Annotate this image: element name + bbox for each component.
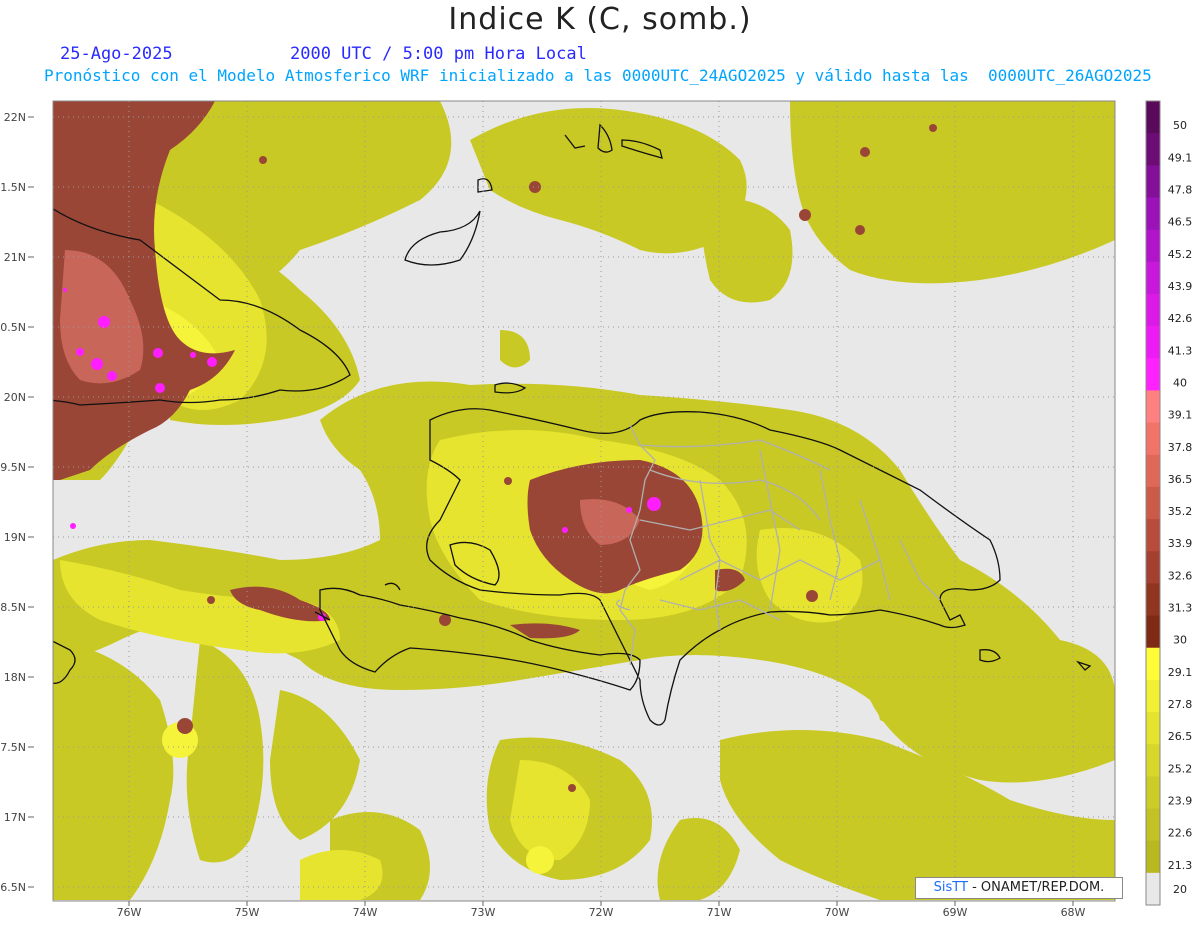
colorbar-swatch bbox=[1146, 486, 1160, 520]
lat-label: 19N bbox=[4, 531, 26, 544]
lon-label: 72W bbox=[589, 906, 614, 919]
sistt-logo: SisTT bbox=[933, 880, 968, 895]
colorbar-label: 46.5 bbox=[1168, 216, 1193, 229]
colorbar-label: 39.1 bbox=[1168, 409, 1193, 422]
colorbar-label: 50 bbox=[1173, 119, 1187, 132]
colorbar-swatch bbox=[1146, 454, 1160, 488]
colorbar-swatch bbox=[1146, 551, 1160, 584]
lat-label: 0.5N bbox=[0, 321, 26, 334]
colorbar-label: 21.3 bbox=[1168, 859, 1193, 872]
colorbar-swatch bbox=[1146, 776, 1160, 810]
colorbar-swatch bbox=[1146, 744, 1160, 777]
colorbar-label: 41.3 bbox=[1168, 344, 1193, 357]
lon-label: 76W bbox=[117, 906, 142, 919]
longitude-axis: 76W 75W 74W 73W 72W 71W 70W 69W 68W bbox=[117, 901, 1086, 919]
colorbar-label: 25.2 bbox=[1168, 762, 1193, 775]
colorbar-label: 32.6 bbox=[1168, 569, 1193, 582]
colorbar-swatch bbox=[1146, 133, 1160, 166]
lat-label: 8.5N bbox=[0, 601, 26, 614]
colorbar-swatch bbox=[1146, 808, 1160, 842]
credit-box: SisTT - ONAMET/REP.DOM. bbox=[915, 877, 1123, 899]
colorbar-label: 47.8 bbox=[1168, 183, 1193, 196]
colorbar-label: 26.5 bbox=[1168, 730, 1193, 743]
colorbar: 50 49.1 47.8 46.5 45.2 43.9 42.6 41.3 40 39.1 37.8… bbox=[1145, 100, 1193, 906]
lat-label: 1.5N bbox=[0, 181, 26, 194]
colorbar-swatch bbox=[1146, 615, 1160, 649]
k-index-map: 22N 1.5N 21N 0.5N 20N 9.5N 19N 8.5N 18N … bbox=[0, 100, 1193, 919]
colorbar-label: 20 bbox=[1173, 883, 1187, 896]
colorbar-label: 27.8 bbox=[1168, 698, 1193, 711]
colorbar-swatch bbox=[1146, 326, 1160, 359]
colorbar-label: 23.9 bbox=[1168, 795, 1193, 808]
lon-label: 70W bbox=[825, 906, 850, 919]
lat-label: 17N bbox=[4, 811, 26, 824]
lon-label: 75W bbox=[235, 906, 260, 919]
colorbar-swatch bbox=[1146, 872, 1160, 906]
latitude-axis: 22N 1.5N 21N 0.5N 20N 9.5N 19N 8.5N 18N … bbox=[0, 111, 34, 894]
colorbar-swatch bbox=[1146, 229, 1160, 263]
lon-label: 68W bbox=[1061, 906, 1086, 919]
colorbar-swatch bbox=[1146, 261, 1160, 295]
colorbar-swatch bbox=[1146, 679, 1160, 713]
lat-label: 21N bbox=[4, 251, 26, 264]
lon-label: 73W bbox=[471, 906, 496, 919]
colorbar-label: 40 bbox=[1173, 376, 1187, 389]
colorbar-label: 29.1 bbox=[1168, 666, 1193, 679]
credit-text: - ONAMET/REP.DOM. bbox=[967, 880, 1105, 895]
lat-label: 9.5N bbox=[0, 461, 26, 474]
colorbar-swatch bbox=[1146, 390, 1160, 424]
lat-label: 6.5N bbox=[0, 881, 26, 894]
colorbar-label: 36.5 bbox=[1168, 473, 1193, 486]
colorbar-label: 49.1 bbox=[1168, 151, 1193, 164]
colorbar-label: 31.3 bbox=[1168, 602, 1193, 615]
lat-label: 7.5N bbox=[0, 741, 26, 754]
colorbar-label: 33.9 bbox=[1168, 537, 1193, 550]
colorbar-label: 43.9 bbox=[1168, 280, 1193, 293]
colorbar-label: 45.2 bbox=[1168, 248, 1193, 261]
colorbar-swatch bbox=[1146, 293, 1160, 327]
colorbar-swatch bbox=[1146, 358, 1160, 391]
lat-label: 22N bbox=[4, 111, 26, 124]
lon-label: 71W bbox=[707, 906, 732, 919]
colorbar-label: 42.6 bbox=[1168, 312, 1193, 325]
colorbar-swatch bbox=[1146, 583, 1160, 617]
colorbar-swatch bbox=[1146, 101, 1160, 134]
lat-label: 18N bbox=[4, 671, 26, 684]
colorbar-label: 22.6 bbox=[1168, 827, 1193, 840]
colorbar-swatch bbox=[1146, 165, 1160, 198]
lat-label: 20N bbox=[4, 391, 26, 404]
colorbar-label: 30 bbox=[1173, 634, 1187, 647]
colorbar-swatch bbox=[1146, 519, 1160, 552]
colorbar-label: 37.8 bbox=[1168, 441, 1193, 454]
lon-label: 69W bbox=[943, 906, 968, 919]
colorbar-swatch bbox=[1146, 647, 1160, 681]
colorbar-label: 35.2 bbox=[1168, 505, 1193, 518]
colorbar-swatch bbox=[1146, 712, 1160, 745]
colorbar-swatch bbox=[1146, 197, 1160, 231]
colorbar-swatch bbox=[1146, 422, 1160, 456]
colorbar-swatch bbox=[1146, 840, 1160, 874]
lon-label: 74W bbox=[353, 906, 378, 919]
